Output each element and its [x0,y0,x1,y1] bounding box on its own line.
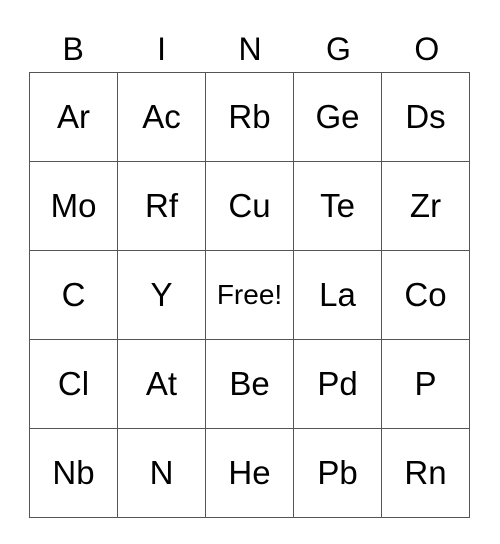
card-cell[interactable]: Ds [381,72,470,162]
card-cell[interactable]: Be [205,339,294,429]
card-cell[interactable]: Rn [381,428,470,518]
card-cell[interactable]: Co [381,250,470,340]
header-letter: N [238,31,262,67]
header-letter: I [157,31,167,67]
card-cell[interactable]: Cu [205,161,294,251]
card-cell[interactable]: Ar [29,72,118,162]
card-row: Ar Ac Rb Ge Ds [29,72,470,162]
card-cell[interactable]: P [381,339,470,429]
free-space-cell[interactable]: Free! [205,250,294,340]
card-row: Nb N He Pb Rn [29,428,470,518]
card-cell[interactable]: Rf [117,161,206,251]
card-cell[interactable]: La [293,250,382,340]
card-cell[interactable]: C [29,250,118,340]
card-cell[interactable]: Pd [293,339,382,429]
card-cell[interactable]: Y [117,250,206,340]
card-cell[interactable]: Pb [293,428,382,518]
card-row: Mo Rf Cu Te Zr [29,161,470,251]
card-cell[interactable]: Te [293,161,382,251]
card-cell[interactable]: Rb [205,72,294,162]
card-cell[interactable]: At [117,339,206,429]
card-cell[interactable]: N [117,428,206,518]
header-letter: O [414,31,440,67]
card-cell[interactable]: He [205,428,294,518]
card-row: C Y Free! La Co [29,250,470,340]
card-cell[interactable]: Ge [293,72,382,162]
card-cell[interactable]: Nb [29,428,118,518]
card-cell[interactable]: Zr [381,161,470,251]
card-cell[interactable]: Mo [29,161,118,251]
bingo-header: B I N G O [29,26,471,72]
header-letter: G [325,31,351,67]
bingo-card: Ar Ac Rb Ge Ds Mo Rf Cu Te Zr C Y Free! … [29,72,470,518]
card-row: Cl At Be Pd P [29,339,470,429]
card-cell[interactable]: Ac [117,72,206,162]
card-cell[interactable]: Cl [29,339,118,429]
header-letter: B [62,31,84,67]
